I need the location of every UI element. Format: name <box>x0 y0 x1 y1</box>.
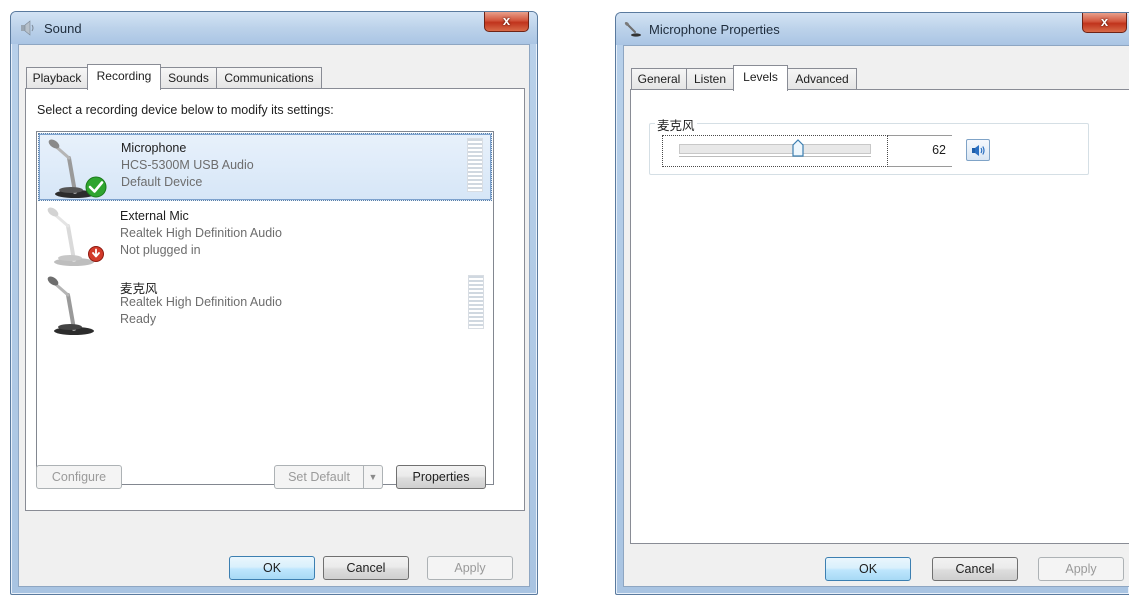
tab-listen[interactable]: Listen <box>686 68 734 90</box>
properties-cancel-button[interactable]: Cancel <box>932 557 1018 581</box>
chevron-down-icon: ▼ <box>368 472 378 482</box>
device-mai-ke-feng[interactable]: 麦克风 Realtek High Definition Audio Ready <box>38 271 492 339</box>
unplugged-icon <box>88 246 104 262</box>
tab-general[interactable]: General <box>631 68 687 90</box>
sound-ok-button[interactable]: OK <box>229 556 315 580</box>
device-status: Not plugged in <box>120 243 201 257</box>
properties-title: Microphone Properties <box>649 22 780 37</box>
tab-levels[interactable]: Levels <box>733 65 788 91</box>
device-description: Realtek High Definition Audio <box>120 295 282 309</box>
properties-button[interactable]: Properties <box>396 465 486 489</box>
tab-sounds[interactable]: Sounds <box>160 67 217 89</box>
sound-close-button[interactable]: x <box>484 12 529 32</box>
microphone-device-icon <box>47 276 94 335</box>
configure-button[interactable]: Configure <box>36 465 122 489</box>
tab-recording[interactable]: Recording <box>87 64 161 90</box>
device-microphone[interactable]: Microphone HCS-5300M USB Audio Default D… <box>38 133 492 201</box>
check-icon <box>85 176 107 198</box>
recording-instruction: Select a recording device below to modif… <box>37 103 334 117</box>
microphone-level-group: 麦克风 62 <box>649 115 1089 175</box>
properties-apply-button[interactable]: Apply <box>1038 557 1124 581</box>
device-description: HCS-5300M USB Audio <box>121 158 254 172</box>
microphone-icon <box>624 21 641 37</box>
tab-advanced[interactable]: Advanced <box>787 68 857 90</box>
device-name: External Mic <box>120 209 189 223</box>
level-value-field[interactable]: 62 <box>888 135 952 167</box>
level-label: 麦克风 <box>655 115 697 134</box>
properties-titlebar[interactable]: Microphone Properties x <box>616 13 1129 45</box>
recording-tab-page: Select a recording device below to modif… <box>25 88 525 511</box>
set-default-button[interactable]: Set Default <box>274 465 364 489</box>
level-meter <box>468 275 484 329</box>
levels-tab-page: 麦克风 62 <box>630 89 1129 544</box>
slider-baseline <box>679 156 871 157</box>
device-status: Ready <box>120 312 157 326</box>
sound-title: Sound <box>44 21 82 36</box>
properties-ok-button[interactable]: OK <box>825 557 911 581</box>
tab-communications[interactable]: Communications <box>216 67 322 89</box>
sound-apply-button[interactable]: Apply <box>427 556 513 580</box>
properties-client-area: General Listen Levels Advanced 麦克风 62 OK… <box>623 45 1129 587</box>
level-meter <box>467 138 483 192</box>
level-value: 62 <box>932 143 946 157</box>
device-name: Microphone <box>121 141 187 155</box>
properties-close-button[interactable]: x <box>1082 13 1127 33</box>
speaker-icon <box>21 20 34 36</box>
mute-toggle-button[interactable] <box>966 139 990 161</box>
speaker-volume-icon <box>972 145 985 156</box>
device-external-mic[interactable]: External Mic Realtek High Definition Aud… <box>38 202 492 270</box>
recording-device-list[interactable]: Microphone HCS-5300M USB Audio Default D… <box>36 131 494 485</box>
microphone-properties-window: Microphone Properties x General Listen L… <box>615 12 1129 595</box>
sound-dialog-window: Sound x Playback Recording Sounds Commun… <box>10 11 538 595</box>
level-slider[interactable] <box>662 135 888 167</box>
slider-thumb[interactable] <box>792 139 804 157</box>
sound-titlebar[interactable]: Sound x <box>11 12 537 44</box>
tab-playback[interactable]: Playback <box>26 67 88 89</box>
set-default-dropdown[interactable]: ▼ <box>363 465 383 489</box>
device-description: Realtek High Definition Audio <box>120 226 282 240</box>
slider-track <box>679 144 871 154</box>
device-status: Default Device <box>121 175 203 189</box>
sound-cancel-button[interactable]: Cancel <box>323 556 409 580</box>
sound-client-area: Playback Recording Sounds Communications… <box>18 44 530 587</box>
